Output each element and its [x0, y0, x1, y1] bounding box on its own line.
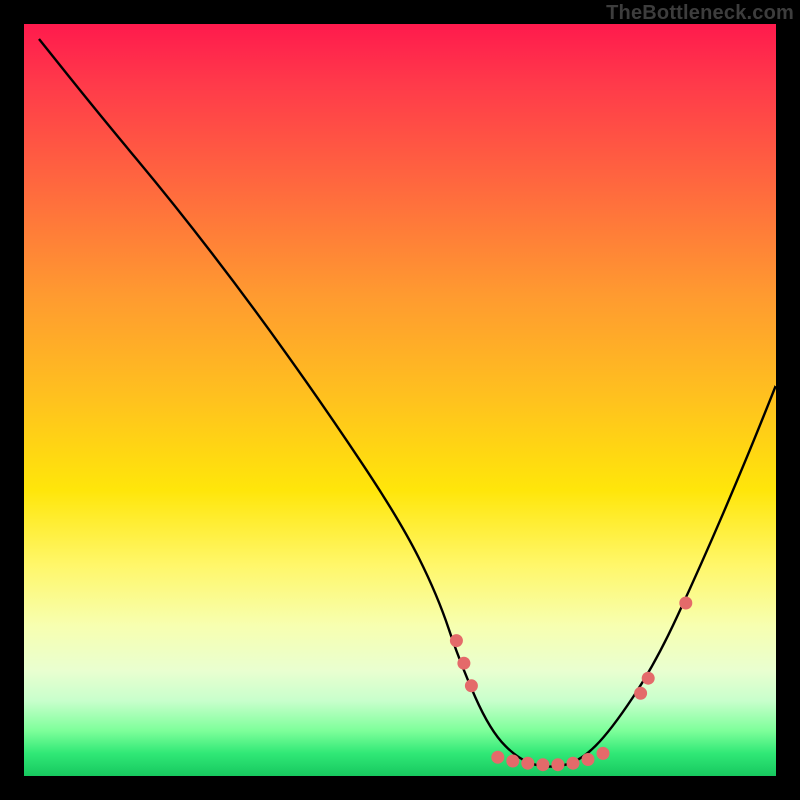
chart-frame [24, 24, 776, 776]
background-gradient [24, 24, 776, 776]
watermark-text: TheBottleneck.com [606, 2, 794, 25]
plot-area [24, 24, 776, 776]
